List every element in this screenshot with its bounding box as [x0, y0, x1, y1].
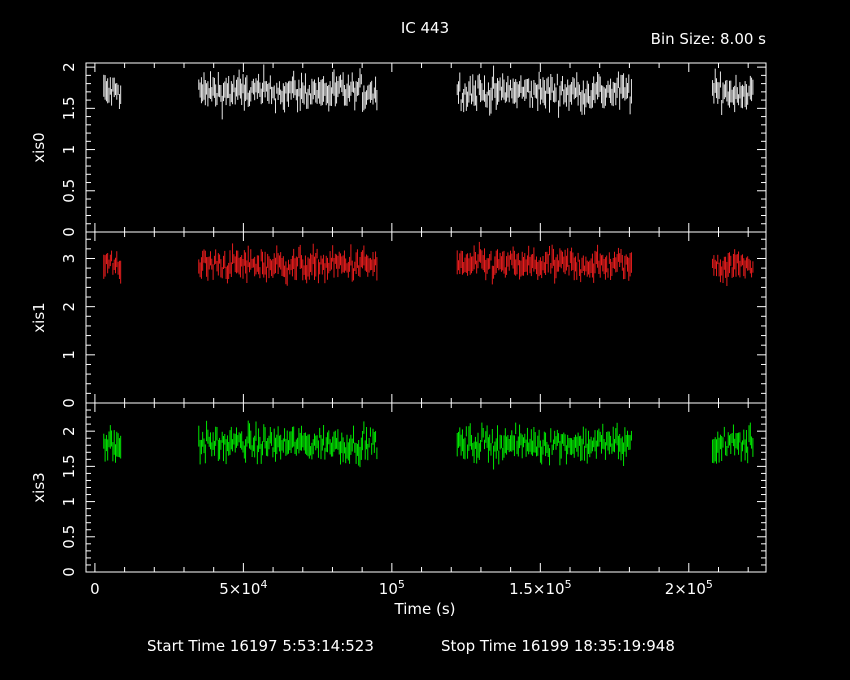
y-tick-label: 3 [60, 254, 78, 264]
light-curve-figure: IC 443 Bin Size: 8.00 s 0 0.5 1 1.5 2 xis0 0 1… [0, 0, 850, 680]
y-tick-label: 1 [60, 145, 78, 155]
y-tick-label: 0 [60, 398, 78, 408]
y-tick-label: 0.5 [60, 525, 78, 549]
y-axis-label: xis1 [30, 302, 48, 332]
chart-title: IC 443 [401, 19, 449, 37]
y-tick-label: 1.5 [60, 96, 78, 120]
start-time-label: Start Time 16197 5:53:14:523 [147, 637, 374, 655]
y-axis-label: xis0 [30, 132, 48, 162]
y-tick-label: 0 [60, 227, 78, 237]
y-tick-label: 1 [60, 497, 78, 507]
y-tick-label: 1 [60, 350, 78, 360]
x-tick-label: 5×104 [219, 578, 267, 598]
x-tick-label: 1.5×105 [509, 578, 572, 598]
x-tick-label: 2×105 [665, 578, 713, 598]
y-axis-label: xis3 [30, 472, 48, 502]
y-tick-label: 2 [60, 426, 78, 436]
background [0, 0, 850, 680]
y-tick-label: 0 [60, 567, 78, 577]
stop-time-label: Stop Time 16199 18:35:19:948 [441, 637, 675, 655]
x-tick-label: 0 [90, 580, 100, 598]
bin-size-label: Bin Size: 8.00 s [651, 30, 767, 48]
y-tick-label: 1.5 [60, 454, 78, 478]
x-axis-label: Time (s) [394, 600, 456, 618]
y-tick-label: 2 [60, 62, 78, 72]
y-tick-label: 0.5 [60, 179, 78, 203]
y-tick-label: 2 [60, 302, 78, 312]
